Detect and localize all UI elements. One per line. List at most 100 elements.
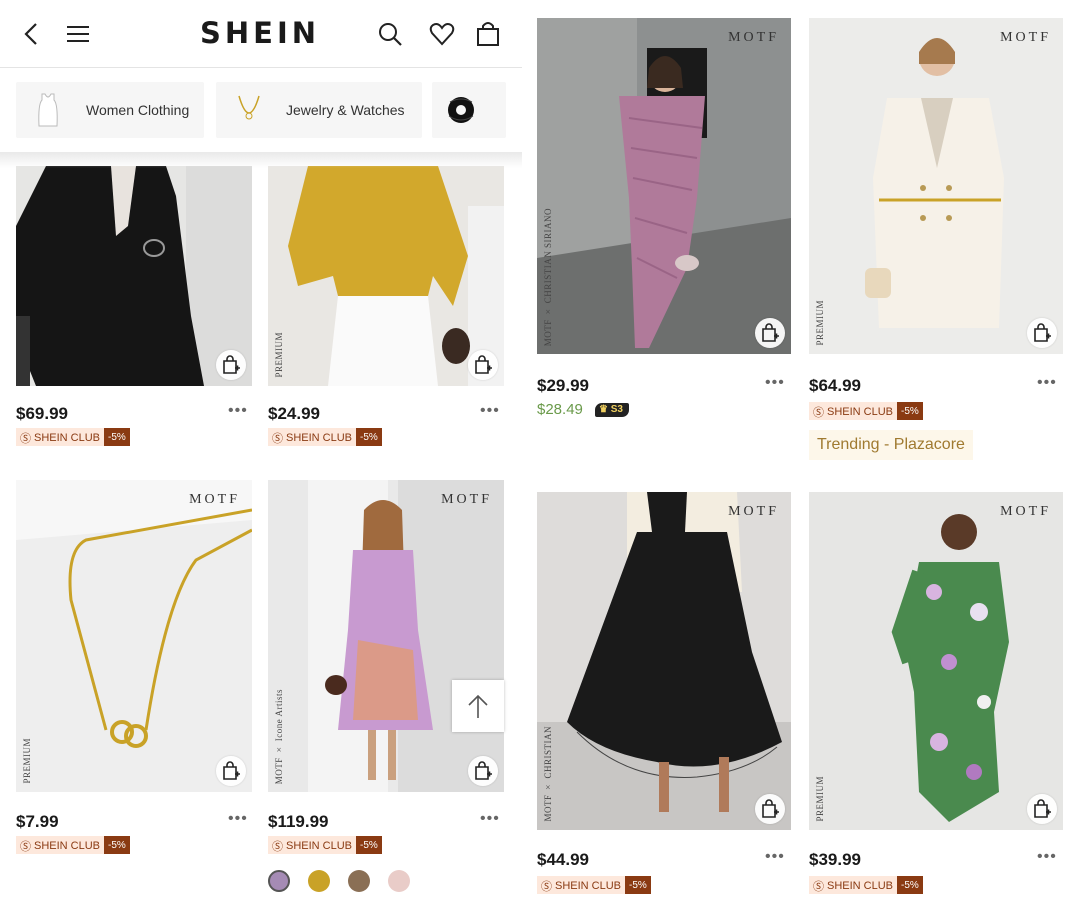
product-card[interactable]: MOTF MOTF × Icone Artists $119.99 ••• Ⓢ S… bbox=[268, 480, 504, 854]
more-options-button[interactable]: ••• bbox=[765, 848, 785, 866]
product-image[interactable] bbox=[16, 166, 252, 386]
club-icon: Ⓢ bbox=[813, 881, 824, 893]
product-card[interactable]: MOTF MOTF × CHRISTIAN SIRIANO $29.99 •••… bbox=[537, 18, 791, 428]
shein-club-badge: Ⓢ SHEIN CLUB -5% bbox=[268, 836, 382, 854]
more-options-button[interactable]: ••• bbox=[765, 374, 785, 392]
club-icon: Ⓢ bbox=[20, 433, 31, 445]
search-icon[interactable] bbox=[376, 20, 404, 48]
heart-icon[interactable] bbox=[428, 20, 456, 48]
category-strip: Women Clothing Jewelry & Watches bbox=[0, 68, 522, 156]
club-icon: Ⓢ bbox=[272, 841, 283, 853]
bag-plus-icon bbox=[475, 355, 492, 374]
brand-mark: MOTF bbox=[728, 504, 779, 519]
color-swatch[interactable] bbox=[308, 870, 330, 892]
bag-icon[interactable] bbox=[474, 20, 502, 48]
category-label: Jewelry & Watches bbox=[286, 102, 405, 118]
club-icon: Ⓢ bbox=[813, 407, 824, 419]
add-to-bag-button[interactable] bbox=[216, 756, 246, 786]
bag-plus-icon bbox=[475, 761, 492, 780]
left-screenshot: $69.99 ••• Ⓢ SHEIN CLUB -5% PREMIUM $24.9… bbox=[0, 0, 522, 902]
collab-tag: MOTF × CHRISTIAN bbox=[543, 726, 553, 822]
bag-plus-icon bbox=[762, 799, 779, 818]
product-card[interactable]: $69.99 ••• Ⓢ SHEIN CLUB -5% bbox=[16, 166, 252, 446]
crown-icon: ♛ bbox=[599, 404, 608, 415]
product-price: $44.99 bbox=[537, 850, 589, 869]
add-to-bag-button[interactable] bbox=[755, 794, 785, 824]
bag-plus-icon bbox=[1034, 799, 1051, 818]
back-arrow-icon[interactable] bbox=[18, 20, 46, 48]
product-price: $39.99 bbox=[809, 850, 861, 869]
strip-shadow bbox=[0, 152, 522, 168]
category-hair-accessories[interactable] bbox=[432, 82, 506, 138]
collab-tag: MOTF × CHRISTIAN SIRIANO bbox=[543, 207, 553, 346]
shein-club-badge: Ⓢ SHEIN CLUB -5% bbox=[268, 428, 382, 446]
shein-club-badge: Ⓢ SHEIN CLUB -5% bbox=[16, 836, 130, 854]
color-swatch[interactable] bbox=[348, 870, 370, 892]
product-price: $7.99 bbox=[16, 812, 59, 831]
more-options-button[interactable]: ••• bbox=[228, 402, 248, 420]
add-to-bag-button[interactable] bbox=[216, 350, 246, 380]
menu-icon[interactable] bbox=[64, 20, 92, 48]
product-price: $24.99 bbox=[268, 404, 320, 423]
category-women-clothing[interactable]: Women Clothing bbox=[16, 82, 204, 138]
add-to-bag-button[interactable] bbox=[468, 350, 498, 380]
brand-mark: MOTF bbox=[728, 30, 779, 45]
product-image[interactable]: PREMIUM bbox=[268, 166, 504, 386]
product-image[interactable]: MOTF MOTF × CHRISTIAN bbox=[537, 492, 791, 830]
product-image[interactable]: MOTF PREMIUM bbox=[809, 492, 1063, 830]
s3-member-badge: ♛ S3 bbox=[595, 403, 629, 417]
product-image[interactable]: MOTF MOTF × Icone Artists bbox=[268, 480, 504, 792]
category-jewelry-watches[interactable]: Jewelry & Watches bbox=[216, 82, 422, 138]
right-screenshot: MOTF MOTF × CHRISTIAN SIRIANO $29.99 •••… bbox=[530, 0, 1080, 902]
more-options-button[interactable]: ••• bbox=[480, 810, 500, 828]
shein-club-badge: Ⓢ SHEIN CLUB -5% bbox=[809, 402, 923, 420]
product-price: $64.99 bbox=[809, 376, 861, 395]
brand-logo[interactable]: SHEIN bbox=[170, 16, 350, 50]
shein-club-badge: Ⓢ SHEIN CLUB -5% bbox=[537, 876, 651, 894]
app-header: SHEIN bbox=[0, 0, 522, 68]
bag-plus-icon bbox=[223, 355, 240, 374]
product-card[interactable]: MOTF MOTF × CHRISTIAN $44.99 ••• Ⓢ SHEIN … bbox=[537, 492, 791, 902]
product-price: $29.99 bbox=[537, 376, 589, 395]
premium-tag: PREMIUM bbox=[815, 300, 825, 346]
product-price: $69.99 bbox=[16, 404, 68, 423]
product-image[interactable]: MOTF MOTF × CHRISTIAN SIRIANO bbox=[537, 18, 791, 354]
brand-mark: MOTF bbox=[189, 492, 240, 507]
color-swatch[interactable] bbox=[388, 870, 410, 892]
add-to-bag-button[interactable] bbox=[1027, 318, 1057, 348]
club-icon: Ⓢ bbox=[272, 433, 283, 445]
scrunchie-icon bbox=[448, 97, 474, 123]
product-card[interactable]: MOTF PREMIUM $39.99 ••• Ⓢ SHEIN CLUB -5% bbox=[809, 492, 1063, 902]
more-options-button[interactable]: ••• bbox=[1037, 374, 1057, 392]
category-label: Women Clothing bbox=[86, 102, 190, 118]
product-price: $119.99 bbox=[268, 812, 329, 831]
premium-tag: PREMIUM bbox=[274, 332, 284, 378]
add-to-bag-button[interactable] bbox=[468, 756, 498, 786]
bag-plus-icon bbox=[1034, 323, 1051, 342]
more-options-button[interactable]: ••• bbox=[480, 402, 500, 420]
product-card[interactable]: MOTF PREMIUM $64.99 ••• Ⓢ SHEIN CLUB -5% … bbox=[809, 18, 1063, 468]
club-icon: Ⓢ bbox=[541, 881, 552, 893]
tank-top-icon bbox=[38, 93, 58, 127]
color-swatch[interactable] bbox=[268, 870, 290, 892]
more-options-button[interactable]: ••• bbox=[1037, 848, 1057, 866]
bag-plus-icon bbox=[223, 761, 240, 780]
back-to-top-button[interactable] bbox=[452, 680, 504, 732]
premium-tag: PREMIUM bbox=[22, 738, 32, 784]
add-to-bag-button[interactable] bbox=[755, 318, 785, 348]
trending-tag[interactable]: Trending - Plazacore bbox=[809, 430, 973, 460]
bag-plus-icon bbox=[762, 323, 779, 342]
club-icon: Ⓢ bbox=[20, 841, 31, 853]
product-image[interactable]: MOTF PREMIUM bbox=[16, 480, 252, 792]
brand-mark: MOTF bbox=[441, 492, 492, 507]
club-price: $28.49 bbox=[537, 401, 583, 418]
necklace-icon bbox=[238, 95, 260, 120]
premium-tag: PREMIUM bbox=[815, 776, 825, 822]
add-to-bag-button[interactable] bbox=[1027, 794, 1057, 824]
product-card[interactable]: PREMIUM $24.99 ••• Ⓢ SHEIN CLUB -5% bbox=[268, 166, 504, 446]
collab-tag: MOTF × Icone Artists bbox=[274, 688, 284, 784]
product-card[interactable]: MOTF PREMIUM $7.99 ••• Ⓢ SHEIN CLUB -5% bbox=[16, 480, 252, 854]
product-image[interactable]: MOTF PREMIUM bbox=[809, 18, 1063, 354]
more-options-button[interactable]: ••• bbox=[228, 810, 248, 828]
arrow-up-icon bbox=[468, 694, 488, 718]
